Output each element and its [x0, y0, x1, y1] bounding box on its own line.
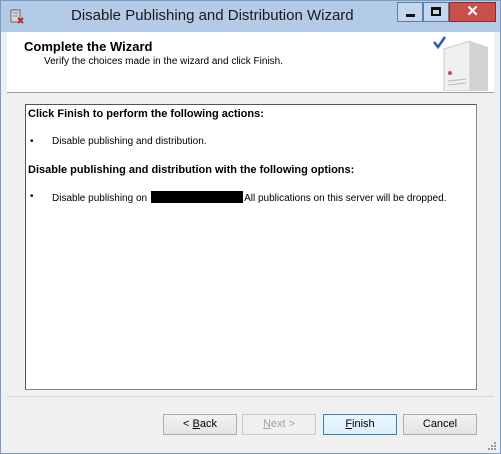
- back-accelerator: B: [192, 418, 200, 430]
- close-icon: ✕: [466, 3, 479, 20]
- title-bar[interactable]: Disable Publishing and Distribution Wiza…: [1, 1, 500, 32]
- summary-action-item: Disable publishing and distribution.: [52, 136, 207, 147]
- next-label-rest: ext >: [270, 418, 296, 430]
- minimize-button[interactable]: [397, 2, 423, 22]
- bullet: •: [30, 136, 34, 147]
- summary-actions-heading: Click Finish to perform the following ac…: [28, 108, 264, 120]
- finish-button[interactable]: Finish: [323, 414, 397, 435]
- maximize-icon: [431, 7, 441, 16]
- summary-textbox[interactable]: Click Finish to perform the following ac…: [25, 104, 477, 390]
- bullet: •: [30, 191, 34, 202]
- back-label-rest: ack: [199, 418, 217, 430]
- back-button[interactable]: < Back: [163, 414, 237, 435]
- button-separator: [7, 396, 494, 397]
- close-button[interactable]: ✕: [449, 2, 496, 22]
- wizard-header: Complete the Wizard Verify the choices m…: [7, 32, 494, 93]
- page-title: Complete the Wizard: [24, 39, 153, 54]
- page-subtitle: Verify the choices made in the wizard an…: [44, 56, 283, 67]
- maximize-button[interactable]: [423, 2, 449, 22]
- redacted-server-name: [151, 191, 244, 203]
- resize-grip-icon[interactable]: [487, 441, 497, 451]
- summary-options-heading: Disable publishing and distribution with…: [28, 164, 355, 176]
- next-accelerator: N: [262, 418, 271, 430]
- server-checkmark-icon: [433, 36, 488, 91]
- cancel-button[interactable]: Cancel: [403, 414, 477, 435]
- wizard-window: Disable Publishing and Distribution Wiza…: [0, 0, 501, 454]
- summary-option-item: Disable publishing on All publications on…: [52, 191, 446, 204]
- option-prefix-text: Disable publishing on: [52, 193, 148, 204]
- minimize-icon: [406, 14, 415, 17]
- back-arrow-text: <: [183, 418, 193, 430]
- option-suffix-text: All publications on this server will be …: [244, 193, 447, 204]
- finish-label-rest: inish: [352, 418, 375, 430]
- wizard-client-area: Complete the Wizard Verify the choices m…: [7, 32, 494, 448]
- next-button[interactable]: Next >: [242, 414, 316, 435]
- wizard-app-icon: [10, 9, 24, 24]
- window-title: Disable Publishing and Distribution Wiza…: [71, 7, 354, 24]
